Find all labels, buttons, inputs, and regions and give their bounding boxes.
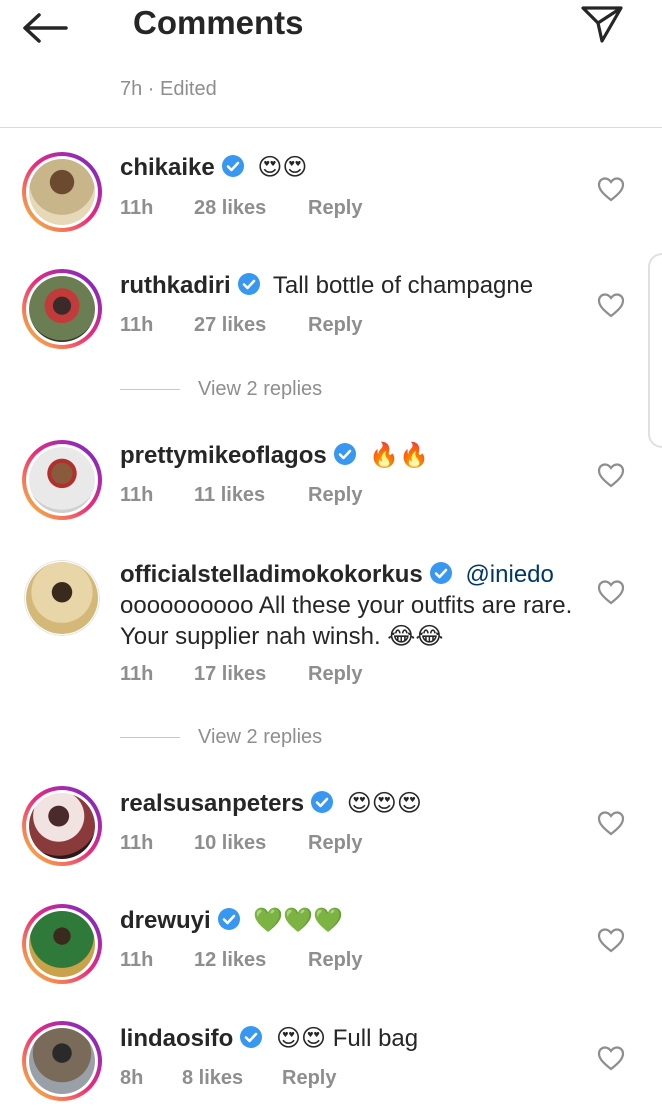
comment-meta: 11h 11 likes Reply: [120, 484, 362, 507]
send-button[interactable]: [580, 4, 628, 46]
comment-username[interactable]: drewuyi: [120, 907, 211, 934]
comment-body: 😍😍😍: [346, 790, 422, 817]
avatar[interactable]: [22, 786, 102, 866]
reply-button[interactable]: Reply: [308, 197, 362, 220]
reply-button[interactable]: Reply: [308, 314, 362, 337]
comment-body: 💚💚💚: [253, 907, 344, 934]
view-replies-button[interactable]: View 2 replies: [120, 378, 322, 401]
comment-body: 🔥🔥: [369, 442, 430, 469]
comment-time: 11h: [120, 832, 154, 854]
comment-text: ruthkadiri Tall bottle of champagne: [120, 270, 590, 301]
view-replies-label: View 2 replies: [198, 378, 323, 400]
verified-badge-icon: [240, 1026, 263, 1048]
comment-username[interactable]: ruthkadiri: [120, 272, 231, 299]
heart-icon[interactable]: [597, 579, 625, 605]
page-title: Comments: [133, 4, 304, 41]
reply-button[interactable]: Reply: [308, 484, 362, 507]
avatar[interactable]: [22, 269, 102, 349]
comment-body: 😍😍: [257, 154, 308, 181]
avatar[interactable]: [24, 560, 100, 636]
heart-icon[interactable]: [597, 176, 625, 202]
comment-text: drewuyi 💚💚💚: [120, 905, 590, 936]
reply-button[interactable]: Reply: [308, 949, 362, 972]
comment-username[interactable]: officialstelladimokokorkus: [120, 561, 423, 588]
verified-badge-icon: [237, 273, 260, 295]
heart-icon[interactable]: [597, 462, 625, 488]
heart-icon[interactable]: [597, 1045, 625, 1071]
view-replies-button[interactable]: View 2 replies: [120, 726, 322, 749]
comment-username[interactable]: lindaosifo: [120, 1025, 233, 1052]
heart-icon[interactable]: [597, 810, 625, 836]
paper-plane-icon: [581, 6, 623, 43]
avatar[interactable]: [22, 152, 102, 232]
edge-handle[interactable]: [648, 253, 662, 448]
comment-meta: 8h 8 likes Reply: [120, 1067, 336, 1090]
comment-time: 8h: [120, 1067, 144, 1089]
comment-text: chikaike 😍😍: [120, 152, 590, 183]
verified-badge-icon: [217, 908, 240, 930]
reply-button[interactable]: Reply: [282, 1067, 336, 1090]
comment-text: lindaosifo 😍😍 Full bag: [120, 1023, 590, 1054]
comment-username[interactable]: realsusanpeters: [120, 790, 304, 817]
comment-time: 11h: [120, 663, 154, 685]
comment-meta: 11h 27 likes Reply: [120, 314, 362, 337]
comment-body: 😍😍 Full bag: [276, 1025, 419, 1052]
comment-meta: 11h 10 likes Reply: [120, 832, 362, 855]
comment-username[interactable]: prettymikeoflagos: [120, 442, 327, 469]
comment-text: officialstelladimokokorkus @iniedo ooooo…: [120, 559, 590, 652]
comment-meta: 11h 17 likes Reply: [120, 663, 362, 686]
view-replies-label: View 2 replies: [198, 726, 323, 748]
avatar[interactable]: [22, 440, 102, 520]
comment-meta: 11h 28 likes Reply: [120, 197, 362, 220]
divider: [120, 389, 180, 390]
comment-text: realsusanpeters 😍😍😍: [120, 788, 590, 819]
comment-meta: 11h 12 likes Reply: [120, 949, 362, 972]
verified-badge-icon: [221, 155, 244, 177]
comment-mention[interactable]: @iniedo: [465, 561, 553, 588]
reply-button[interactable]: Reply: [308, 832, 362, 855]
comment-time: 11h: [120, 197, 154, 219]
avatar[interactable]: [22, 1021, 102, 1101]
comment-time: 11h: [120, 949, 154, 971]
comment-username[interactable]: chikaike: [120, 154, 215, 181]
avatar[interactable]: [22, 904, 102, 984]
reply-button[interactable]: Reply: [308, 663, 362, 686]
verified-badge-icon: [311, 791, 334, 813]
comment-likes[interactable]: 28 likes: [194, 197, 308, 220]
comment-time: 11h: [120, 484, 154, 506]
comment-time: 11h: [120, 314, 154, 336]
comment-text: prettymikeoflagos 🔥🔥: [120, 440, 590, 471]
comment-likes[interactable]: 27 likes: [194, 314, 308, 337]
heart-icon[interactable]: [597, 292, 625, 318]
verified-badge-icon: [429, 562, 452, 584]
verified-badge-icon: [333, 443, 356, 465]
comment-likes[interactable]: 8 likes: [182, 1067, 282, 1090]
heart-icon[interactable]: [597, 927, 625, 953]
arrow-left-icon: [23, 13, 68, 43]
comment-likes[interactable]: 11 likes: [194, 484, 308, 507]
caption-meta: 7h · Edited: [120, 78, 217, 100]
comment-likes[interactable]: 10 likes: [194, 832, 308, 855]
comment-likes[interactable]: 17 likes: [194, 663, 308, 686]
comment-body: Tall bottle of champagne: [272, 272, 534, 299]
back-button[interactable]: [22, 8, 78, 48]
comment-body: oooooooooo All these your outfits are ra…: [120, 592, 573, 650]
comment-likes[interactable]: 12 likes: [194, 949, 308, 972]
comments-header: Comments 7h · Edited: [0, 0, 662, 128]
divider: [120, 737, 180, 738]
